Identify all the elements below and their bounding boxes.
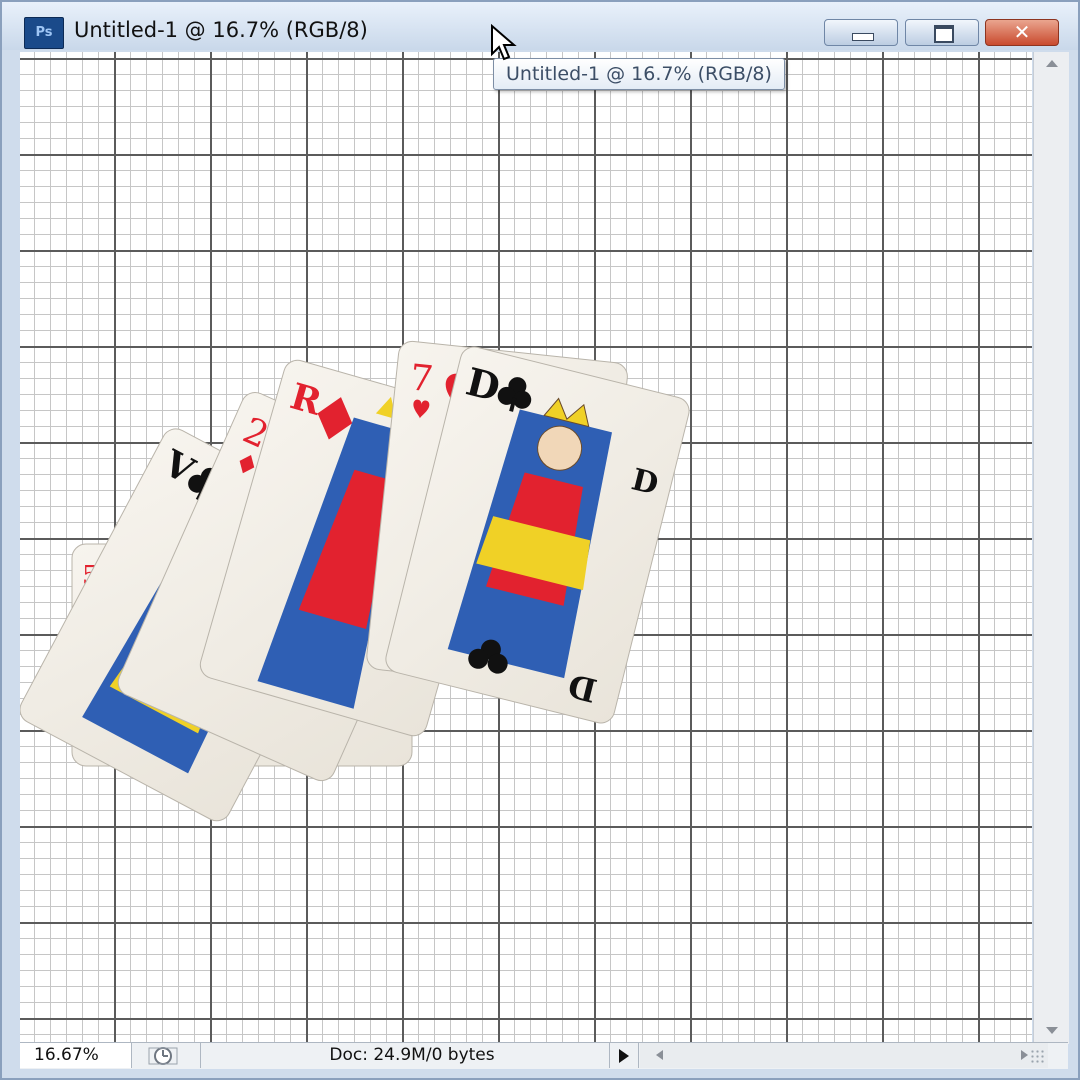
minimize-button[interactable]: [824, 19, 898, 46]
title-bar[interactable]: Ps Untitled-1 @ 16.7% (RGB/8) ✕: [2, 2, 1078, 50]
vertical-scrollbar[interactable]: [1033, 52, 1069, 1044]
mouse-pointer-icon: [491, 24, 517, 61]
scroll-right-arrow-icon[interactable]: [1021, 1050, 1028, 1060]
document-size-info: Doc: 24.9M/0 bytes: [200, 1043, 623, 1068]
scroll-down-arrow-icon[interactable]: [1046, 1027, 1058, 1034]
status-bar: 16.67% Doc: 24.9M/0 bytes: [20, 1042, 1068, 1069]
cards-image: 5 5 V 2: [20, 340, 690, 822]
document-canvas[interactable]: 5 5 V 2: [20, 52, 1032, 1042]
scroll-left-arrow-icon[interactable]: [656, 1050, 663, 1060]
maximize-icon: [934, 25, 954, 43]
status-menu-button[interactable]: [609, 1043, 639, 1068]
window-title: Untitled-1 @ 16.7% (RGB/8): [74, 18, 368, 42]
title-tooltip: Untitled-1 @ 16.7% (RGB/8): [493, 58, 785, 90]
zoom-level-field[interactable]: 16.67%: [20, 1043, 132, 1068]
scroll-up-arrow-icon[interactable]: [1046, 60, 1058, 67]
document-window: Ps Untitled-1 @ 16.7% (RGB/8) ✕ Untitled…: [0, 0, 1080, 1080]
close-button[interactable]: ✕: [985, 19, 1059, 46]
photoshop-icon[interactable]: Ps: [24, 17, 64, 49]
timing-icon[interactable]: [148, 1046, 178, 1066]
play-arrow-icon: [619, 1049, 629, 1063]
svg-text:7: 7: [408, 357, 435, 400]
horizontal-scrollbar[interactable]: [640, 1043, 1048, 1068]
maximize-button[interactable]: [905, 19, 979, 46]
resize-grip-icon[interactable]: [1030, 1049, 1044, 1063]
minimize-icon: [852, 33, 874, 41]
close-icon: ✕: [1013, 20, 1031, 44]
